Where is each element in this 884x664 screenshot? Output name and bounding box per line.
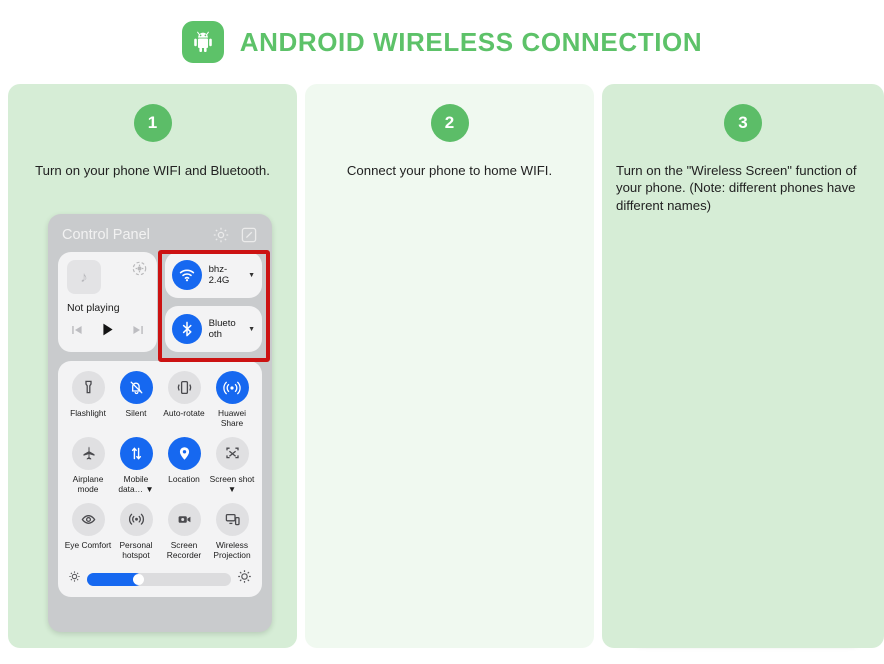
wifi-label: bhz-2.4G [208, 263, 230, 286]
steps-container: 1 Turn on your phone WIFI and Bluetooth.… [0, 84, 884, 648]
wifi-icon [171, 260, 202, 290]
brightness-high-icon [237, 569, 252, 589]
tile-eye-comfort[interactable]: Eye Comfort [64, 503, 112, 560]
tile-label: Mobile data… ▼ [118, 474, 154, 495]
step-caption-3: Turn on the "Wireless Screen" function o… [616, 163, 857, 213]
huawei-share-icon [215, 371, 249, 404]
tile-label: Wireless Projection [213, 540, 251, 561]
page-header: ANDROID WIRELESS CONNECTION [0, 0, 884, 84]
location-pin-icon [167, 437, 201, 471]
screenshot-icon [215, 437, 249, 471]
control-panel-top-row: ♪ Not playing bhz-2.4G ▼ Bluetooth ▼ [48, 252, 272, 352]
cast-audio-icon[interactable] [131, 260, 148, 277]
auto-rotate-icon [167, 371, 201, 404]
brightness-low-icon [68, 570, 81, 588]
tile-label: Personal hotspot [119, 540, 153, 561]
wifi-toggle[interactable]: bhz-2.4G ▼ [164, 252, 262, 298]
tile-label: Screen shot ▼ [209, 474, 255, 495]
control-panel-header: Control Panel [48, 214, 272, 252]
control-panel-title: Control Panel [62, 227, 150, 243]
tile-label: Flashlight [70, 408, 106, 418]
step-panel-2: 2 Connect your phone to home WIFI. 10 Em… [305, 84, 864, 648]
media-player-card[interactable]: ♪ Not playing [58, 252, 157, 352]
step-caption-2: Connect your phone to home WIFI. [346, 163, 553, 178]
screen-recorder-icon [167, 503, 201, 537]
step-caption-1: Turn on your phone WIFI and Bluetooth. [35, 163, 270, 178]
android-robot-icon [181, 21, 224, 63]
bell-slash-icon [119, 371, 153, 404]
brightness-slider[interactable] [87, 572, 231, 586]
tile-wireless-projection[interactable]: Wireless Projection [208, 503, 256, 560]
eye-comfort-icon [71, 503, 105, 537]
tile-label: Huawei Share [218, 408, 246, 429]
tile-mobile-data[interactable]: Mobile data… ▼ [112, 437, 160, 494]
tile-label: Eye Comfort [64, 540, 112, 551]
edit-square-icon[interactable] [240, 226, 258, 244]
chevron-down-icon[interactable]: ▼ [248, 272, 255, 279]
bluetooth-icon [171, 314, 202, 344]
tile-auto-rotate[interactable]: Auto-rotate [160, 371, 208, 428]
tile-huawei-share[interactable]: Huawei Share [208, 371, 256, 428]
tile-screenshot[interactable]: Screen shot ▼ [208, 437, 256, 494]
step-panel-1: 1 Turn on your phone WIFI and Bluetooth.… [8, 84, 297, 648]
step-number-3: 3 [724, 104, 762, 142]
connection-toggles: bhz-2.4G ▼ Bluetooth ▼ [164, 252, 262, 352]
tile-label: Auto-rotate [163, 408, 205, 418]
step-number-2: 2 [430, 104, 469, 142]
tile-label: Screen Recorder [166, 540, 202, 561]
quick-settings-tiles: Flashlight Silent Auto-rotate Huawei Sha… [58, 361, 262, 598]
music-note-icon: ♪ [67, 260, 101, 294]
tile-screen-recorder[interactable]: Screen Recorder [160, 503, 208, 560]
step-number-1: 1 [133, 104, 172, 142]
bluetooth-toggle[interactable]: Bluetooth ▼ [164, 306, 262, 352]
wireless-projection-icon [215, 503, 249, 537]
hotspot-icon [119, 503, 153, 537]
page-title: ANDROID WIRELESS CONNECTION [239, 26, 703, 57]
bluetooth-label: Bluetooth [208, 317, 236, 340]
media-status: Not playing [67, 302, 120, 314]
next-track-icon[interactable] [131, 323, 145, 337]
play-icon[interactable] [99, 321, 116, 338]
flashlight-icon [71, 371, 105, 404]
tile-personal-hotspot[interactable]: Personal hotspot [112, 503, 160, 560]
tile-label: Silent [125, 408, 147, 418]
tile-silent[interactable]: Silent [112, 371, 160, 428]
gear-icon[interactable] [212, 226, 230, 244]
tile-airplane-mode[interactable]: Airplane mode [64, 437, 112, 494]
tile-label: Location [168, 474, 200, 485]
tiles-grid: Flashlight Silent Auto-rotate Huawei Sha… [64, 371, 256, 560]
tile-flashlight[interactable]: Flashlight [64, 371, 112, 428]
mobile-data-icon [119, 437, 153, 471]
previous-track-icon[interactable] [70, 323, 84, 337]
brightness-slider-row[interactable] [68, 569, 252, 589]
brightness-slider-knob[interactable] [132, 573, 144, 585]
chevron-down-icon[interactable]: ▼ [248, 326, 255, 333]
step-panel-3: 3 Turn on the "Wireless Screen" function… [602, 84, 884, 648]
tile-label: Airplane mode [72, 474, 104, 495]
airplane-icon [71, 437, 105, 471]
tile-location[interactable]: Location [160, 437, 208, 494]
phone-mock-control-panel: Control Panel ♪ Not playing bhz-2.4G ▼ B… [48, 214, 272, 632]
